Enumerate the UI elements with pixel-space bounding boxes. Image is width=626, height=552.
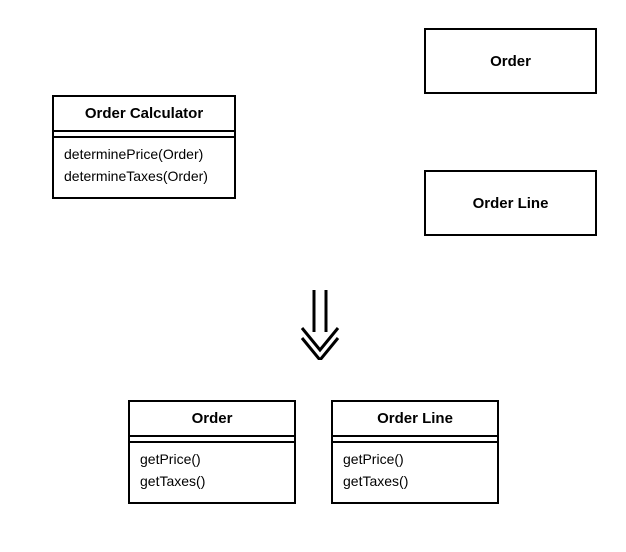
class-box-order-bottom: Order getPrice() getTaxes()	[128, 400, 296, 504]
class-method: getTaxes()	[140, 471, 284, 493]
class-methods: getPrice() getTaxes()	[130, 443, 294, 502]
diagram-stage: Order Calculator determinePrice(Order) d…	[0, 0, 626, 552]
class-method: getPrice()	[140, 449, 284, 471]
class-methods: determinePrice(Order) determineTaxes(Ord…	[54, 138, 234, 197]
class-box-order-line-top: Order Line	[424, 170, 597, 236]
class-method: getTaxes()	[343, 471, 487, 493]
transform-arrow-icon	[300, 290, 340, 360]
class-title: Order Line	[473, 195, 549, 212]
class-title: Order	[130, 402, 294, 435]
class-box-order-calculator: Order Calculator determinePrice(Order) d…	[52, 95, 236, 199]
class-methods: getPrice() getTaxes()	[333, 443, 497, 502]
class-method: getPrice()	[343, 449, 487, 471]
class-box-order-top: Order	[424, 28, 597, 94]
class-box-order-line-bottom: Order Line getPrice() getTaxes()	[331, 400, 499, 504]
class-title: Order Calculator	[54, 97, 234, 130]
class-method: determineTaxes(Order)	[64, 166, 224, 188]
class-title: Order	[490, 53, 531, 70]
class-method: determinePrice(Order)	[64, 144, 224, 166]
class-title: Order Line	[333, 402, 497, 435]
